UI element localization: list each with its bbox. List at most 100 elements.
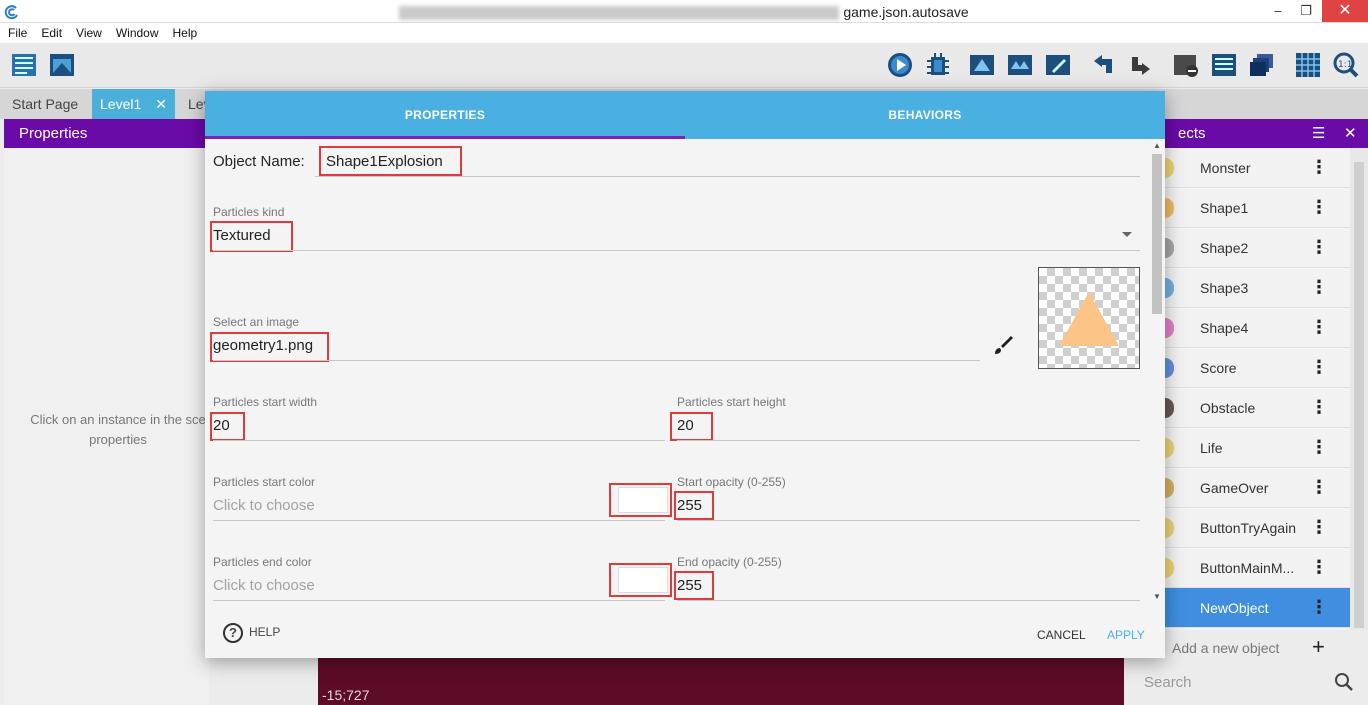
object-list-item[interactable]: Monster ⋮ xyxy=(1150,148,1350,188)
more-options-icon[interactable]: ⋮ xyxy=(1310,357,1328,377)
dialog-scrollbar-thumb[interactable] xyxy=(1152,154,1162,314)
cancel-button[interactable]: CANCEL xyxy=(1037,628,1086,642)
more-options-icon[interactable]: ⋮ xyxy=(1310,237,1328,257)
object-list-item[interactable]: Shape3 ⋮ xyxy=(1150,268,1350,308)
window-title-text: game.json.autosave xyxy=(843,4,969,20)
object-list-item[interactable]: ButtonMainM... ⋮ xyxy=(1150,548,1350,588)
start-width-label: Particles start width xyxy=(213,395,318,409)
dialog-scrollbar[interactable]: ▲ ▼ xyxy=(1150,139,1165,603)
menu-file[interactable]: File xyxy=(0,23,33,40)
menu-bar: File Edit View Window Help xyxy=(0,23,1368,43)
properties-panel: Click on an instance in the sce properti… xyxy=(4,148,209,705)
preview-play-icon[interactable] xyxy=(886,51,914,79)
tab-properties[interactable]: PROPERTIES xyxy=(205,91,685,139)
particles-kind-underline xyxy=(213,250,1140,251)
hint-line-1: Click on an instance in the sce xyxy=(30,412,206,427)
close-panel-icon[interactable]: ✕ xyxy=(1344,119,1357,148)
image-thumbnail[interactable] xyxy=(1038,267,1140,369)
add-object-row[interactable]: Add a new object + xyxy=(1150,632,1368,664)
start-opacity-label: Start opacity (0-255) xyxy=(677,475,786,489)
object-list-item[interactable]: Shape4 ⋮ xyxy=(1150,308,1350,348)
objects-search[interactable]: Search xyxy=(1130,668,1368,705)
objects-icon[interactable] xyxy=(968,51,996,79)
add-object-icon[interactable]: + xyxy=(1312,634,1325,660)
chevron-down-icon[interactable] xyxy=(1121,231,1133,239)
more-options-icon[interactable]: ⋮ xyxy=(1310,597,1328,617)
more-options-icon[interactable]: ⋮ xyxy=(1310,157,1328,177)
objects-scrollbar[interactable] xyxy=(1350,148,1368,630)
more-options-icon[interactable]: ⋮ xyxy=(1310,317,1328,337)
svg-text:1:1: 1:1 xyxy=(1338,60,1352,70)
image-name-underline xyxy=(213,360,980,361)
start-color-picker[interactable]: Click to choose xyxy=(213,497,315,514)
more-options-icon[interactable]: ⋮ xyxy=(1310,517,1328,537)
end-color-picker[interactable]: Click to choose xyxy=(213,577,315,594)
highlight-box xyxy=(674,491,714,520)
delete-instance-icon[interactable] xyxy=(1172,51,1200,79)
object-name-label: Object Name: xyxy=(213,153,305,170)
window-title: game.json.autosave xyxy=(0,4,1368,21)
apply-button[interactable]: APPLY xyxy=(1107,628,1145,642)
menu-edit[interactable]: Edit xyxy=(33,23,68,40)
instances-list-icon[interactable] xyxy=(1210,51,1238,79)
zoom-reset-icon[interactable]: 1:1 xyxy=(1332,51,1360,79)
scene-editor-icon[interactable] xyxy=(48,51,76,79)
undo-icon[interactable] xyxy=(1090,51,1118,79)
minimize-button[interactable]: – xyxy=(1264,0,1292,22)
tab-start-page[interactable]: Start Page xyxy=(4,89,86,119)
grid-icon[interactable] xyxy=(1294,51,1322,79)
scrollbar-thumb[interactable] xyxy=(1354,162,1364,628)
more-options-icon[interactable]: ⋮ xyxy=(1310,557,1328,577)
particles-kind-label: Particles kind xyxy=(213,205,285,219)
dialog-tabs: PROPERTIES BEHAVIORS xyxy=(205,91,1165,139)
object-name-underline xyxy=(315,176,1140,177)
tab-level1[interactable]: Level1 ✕ xyxy=(92,89,175,119)
object-list-item[interactable]: NewObject ⋮ xyxy=(1150,588,1350,628)
object-list-item[interactable]: Shape2 ⋮ xyxy=(1150,228,1350,268)
object-name: Monster xyxy=(1200,160,1251,176)
more-options-icon[interactable]: ⋮ xyxy=(1310,437,1328,457)
close-window-button[interactable]: ✕ xyxy=(1322,0,1368,22)
object-list-item[interactable]: ButtonTryAgain ⋮ xyxy=(1150,508,1350,548)
tab-close-icon[interactable]: ✕ xyxy=(155,96,167,112)
menu-help[interactable]: Help xyxy=(165,23,204,40)
paint-brush-icon[interactable] xyxy=(991,333,1015,357)
highlight-box xyxy=(210,412,245,441)
layers-icon[interactable] xyxy=(1248,51,1276,79)
restore-button[interactable]: ❐ xyxy=(1292,0,1320,22)
more-options-icon[interactable]: ⋮ xyxy=(1310,477,1328,497)
filter-icon[interactable]: ☰ xyxy=(1312,119,1325,148)
debugger-icon[interactable] xyxy=(924,51,952,79)
add-object-label: Add a new object xyxy=(1172,640,1280,656)
object-name: Shape2 xyxy=(1200,240,1249,256)
menu-window[interactable]: Window xyxy=(108,23,165,40)
help-button[interactable]: ? HELP xyxy=(223,623,280,643)
scroll-down-icon[interactable]: ▼ xyxy=(1153,592,1161,601)
highlight-box xyxy=(609,563,672,597)
object-list-item[interactable]: GameOver ⋮ xyxy=(1150,468,1350,508)
hint-line-2: properties xyxy=(89,432,147,447)
object-name: Shape3 xyxy=(1200,280,1249,296)
properties-edit-icon[interactable] xyxy=(1044,51,1072,79)
object-list-item[interactable]: Obstacle ⋮ xyxy=(1150,388,1350,428)
object-groups-icon[interactable] xyxy=(1006,51,1034,79)
project-manager-icon[interactable] xyxy=(10,51,38,79)
more-options-icon[interactable]: ⋮ xyxy=(1310,397,1328,417)
object-list-item[interactable]: Shape1 ⋮ xyxy=(1150,188,1350,228)
title-bar: game.json.autosave – ❐ ✕ xyxy=(0,0,1368,23)
tab-behaviors[interactable]: BEHAVIORS xyxy=(685,91,1165,139)
end-color-underline xyxy=(213,600,665,601)
object-list-item[interactable]: Score ⋮ xyxy=(1150,348,1350,388)
objects-panel-title: ects xyxy=(1178,125,1206,142)
menu-view[interactable]: View xyxy=(68,23,108,40)
object-list-item[interactable]: Life ⋮ xyxy=(1150,428,1350,468)
start-opacity-underline xyxy=(677,520,1140,521)
scene-canvas[interactable]: -15;727 xyxy=(318,657,1124,705)
scroll-up-icon[interactable]: ▲ xyxy=(1153,141,1161,150)
more-options-icon[interactable]: ⋮ xyxy=(1310,197,1328,217)
more-options-icon[interactable]: ⋮ xyxy=(1310,277,1328,297)
search-icon[interactable] xyxy=(1334,672,1354,692)
select-image-label: Select an image xyxy=(213,315,300,329)
dialog-footer: ? HELP CANCEL APPLY xyxy=(205,603,1165,658)
redo-icon[interactable] xyxy=(1126,51,1154,79)
